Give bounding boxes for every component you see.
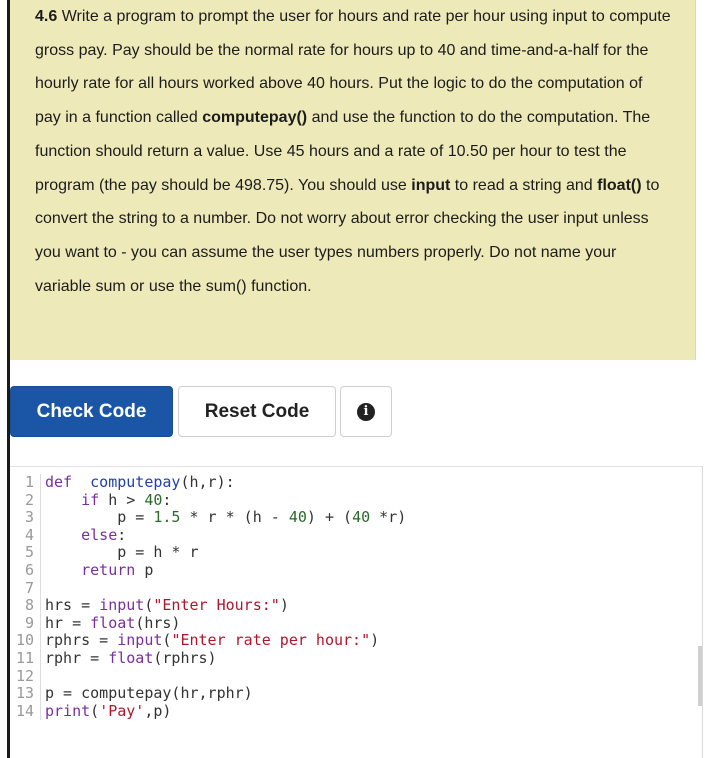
- code-token: rphrs =: [45, 631, 118, 650]
- exercise-prompt: 4.6 Write a program to prompt the user f…: [10, 0, 696, 360]
- editor-scrollbar[interactable]: [698, 646, 702, 706]
- code-token: :: [162, 490, 172, 509]
- prompt-keyword: float(): [597, 176, 642, 194]
- code-token: if: [81, 490, 100, 509]
- code-text: if h > 40:: [41, 491, 171, 509]
- code-token: 'Pay': [99, 701, 145, 720]
- code-token: ): [370, 631, 380, 650]
- code-text: hr = float(hrs): [41, 614, 180, 632]
- prompt-text-segment: to convert the string to a number. Do no…: [35, 176, 660, 295]
- code-token: 40: [352, 508, 371, 527]
- code-line: 11 rphr = float(rphrs): [10, 649, 217, 668]
- line-number: 1: [10, 473, 41, 492]
- code-token: ,p): [144, 701, 172, 720]
- code-text: return p: [41, 561, 153, 579]
- code-token: (rphrs): [153, 649, 217, 667]
- code-token: p: [135, 561, 154, 579]
- code-token: (h,r):: [180, 473, 235, 491]
- code-token: hr =: [45, 613, 91, 632]
- info-button[interactable]: i: [340, 386, 392, 437]
- code-line: 2 if h > 40:: [10, 491, 171, 510]
- code-token: return: [81, 561, 136, 579]
- code-text: p = 1.5 * r * (h - 40) + (40 *r): [41, 508, 406, 526]
- code-token: h >: [99, 490, 145, 509]
- code-text: else:: [41, 526, 126, 544]
- line-number: 11: [10, 649, 41, 668]
- code-token: 40: [144, 490, 163, 509]
- exercise-number: 4.6: [35, 8, 58, 25]
- code-line: 9 hr = float(hrs): [10, 614, 180, 633]
- code-line: 1 def computepay(h,r):: [10, 473, 235, 492]
- code-token: "Enter Hours:": [153, 596, 280, 615]
- code-token: ): [279, 596, 289, 615]
- code-token: input: [99, 596, 145, 615]
- line-number: 7: [10, 579, 41, 598]
- code-line: 8 hrs = input("Enter Hours:"): [10, 596, 289, 615]
- code-line: 13 p = computepay(hr,rphr): [10, 684, 253, 703]
- code-token: ) + (: [306, 508, 353, 527]
- code-token: * r * (h -: [180, 508, 289, 527]
- code-text: def computepay(h,r):: [41, 473, 235, 491]
- prompt-text-segment: to read a string and: [450, 176, 598, 194]
- code-text: hrs = input("Enter Hours:"): [41, 596, 289, 614]
- code-token: :: [117, 525, 127, 544]
- reset-code-button[interactable]: Reset Code: [178, 386, 336, 437]
- code-text: rphrs = input("Enter rate per hour:"): [41, 631, 380, 650]
- code-token: "Enter rate per hour:": [171, 631, 371, 650]
- code-token: print: [45, 701, 91, 720]
- prompt-keyword: input: [411, 176, 451, 194]
- code-text: p = computepay(hr,rphr): [41, 684, 253, 702]
- code-token: computepay: [90, 473, 181, 491]
- code-line: 4 else:: [10, 526, 126, 545]
- line-number: 3: [10, 509, 41, 527]
- code-token: (: [90, 701, 100, 720]
- code-line: 7: [10, 579, 45, 598]
- code-token: p =: [45, 508, 154, 527]
- code-token: float: [108, 649, 154, 667]
- code-token: else: [81, 525, 118, 544]
- code-token: p = computepay(hr,rphr): [45, 684, 253, 703]
- line-number: 6: [10, 561, 41, 580]
- code-token: 1.5: [153, 508, 181, 527]
- code-token: p = h * r: [45, 543, 199, 562]
- code-editor[interactable]: 1 def computepay(h,r): 2 if h > 40: 3 p = 1…: [10, 466, 703, 758]
- code-text: rphr = float(rphrs): [41, 649, 217, 667]
- line-number: 5: [10, 544, 41, 562]
- code-line: 14 print('Pay',p): [10, 702, 171, 721]
- line-number: 14: [10, 702, 41, 721]
- code-line: 3 p = 1.5 * r * (h - 40) + (40 *r): [10, 508, 406, 527]
- check-code-button[interactable]: Check Code: [10, 386, 173, 437]
- code-token: (hrs): [135, 613, 181, 632]
- line-number: 13: [10, 685, 41, 703]
- prompt-text: 4.6 Write a program to prompt the user f…: [35, 0, 671, 303]
- code-token: float: [90, 613, 136, 632]
- code-text: p = h * r: [41, 543, 199, 562]
- code-token: input: [117, 631, 163, 650]
- code-token: def: [45, 473, 73, 491]
- code-line: 6 return p: [10, 561, 153, 580]
- line-number: 4: [10, 526, 41, 545]
- line-number: 2: [10, 491, 41, 510]
- code-text: print('Pay',p): [41, 702, 171, 720]
- code-line: 12: [10, 667, 45, 686]
- line-number: 12: [10, 667, 41, 686]
- code-token: rphr =: [45, 649, 109, 667]
- line-number: 9: [10, 614, 41, 633]
- code-line: 5 p = h * r: [10, 544, 199, 562]
- info-icon: i: [357, 402, 375, 421]
- code-token: *r): [370, 508, 407, 527]
- line-number: 10: [10, 632, 41, 650]
- code-line: 10 rphrs = input("Enter rate per hour:"): [10, 632, 379, 650]
- prompt-keyword: computepay(): [202, 109, 308, 127]
- editor-top-border: [10, 466, 702, 467]
- code-token: 40: [288, 508, 307, 527]
- code-token: hrs =: [45, 596, 100, 615]
- line-number: 8: [10, 597, 41, 615]
